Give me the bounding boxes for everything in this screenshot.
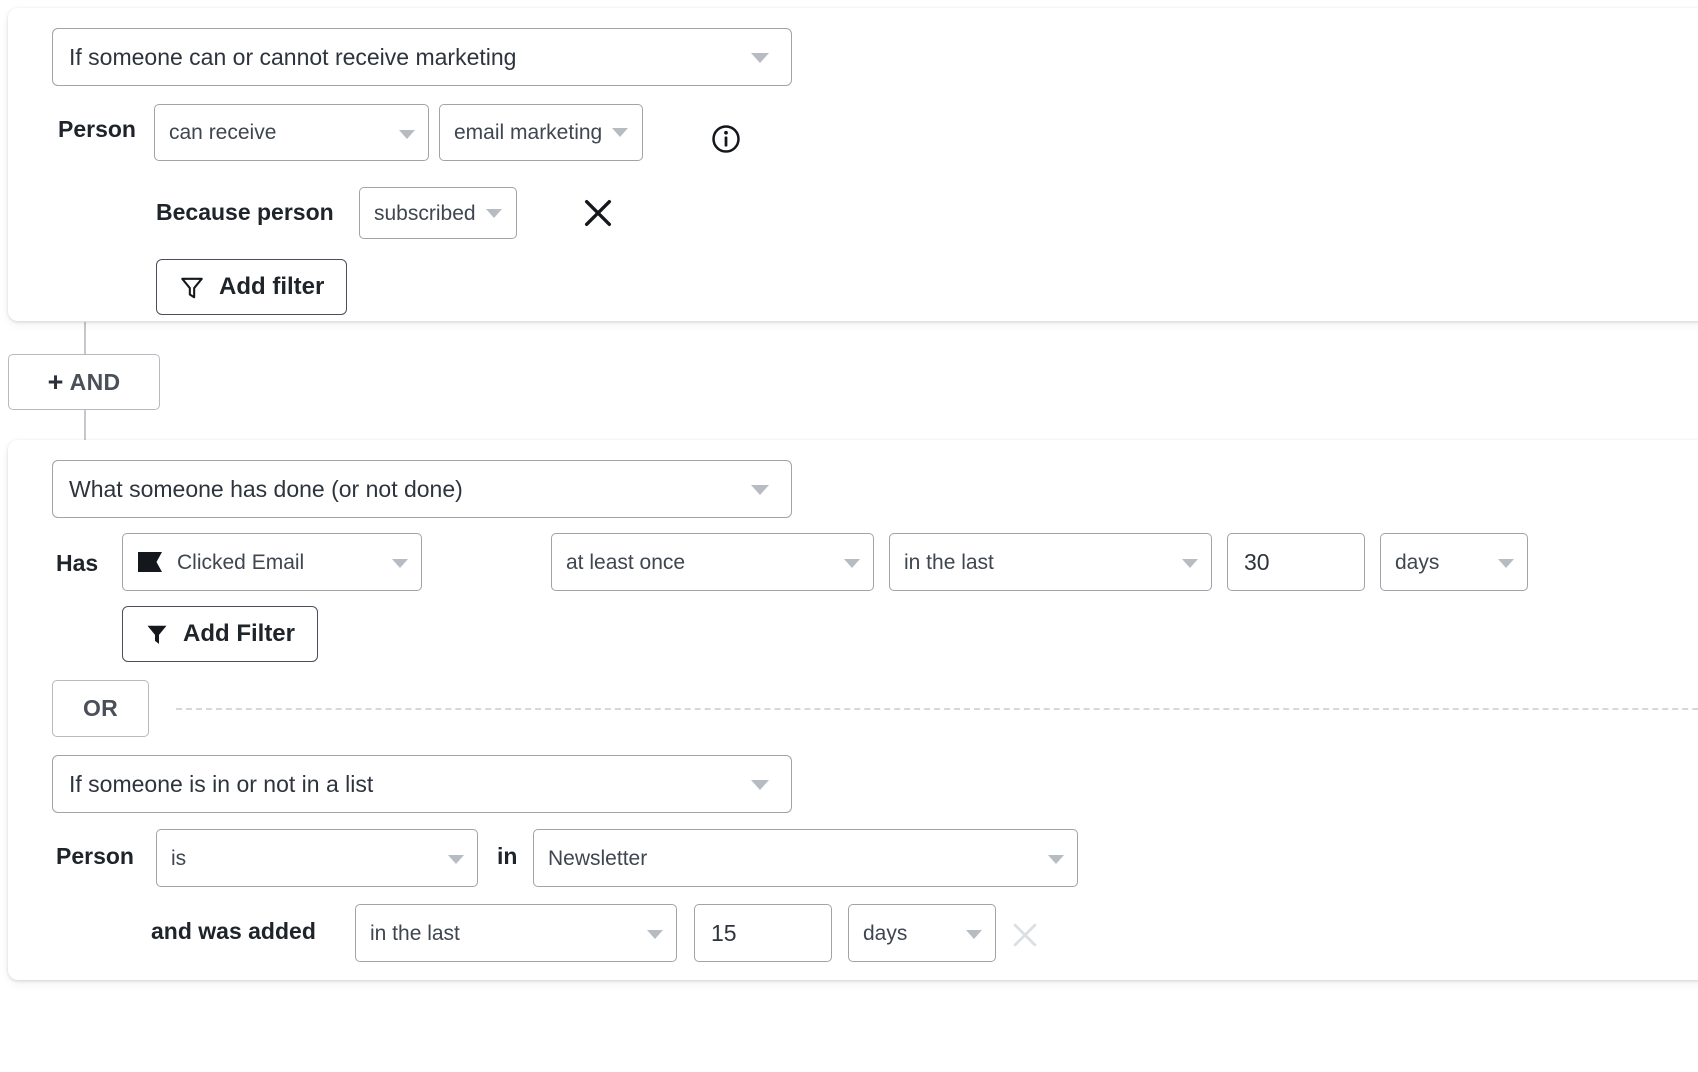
- or-dashed-rule: [176, 708, 1698, 710]
- chevron-down-icon: [486, 209, 502, 218]
- chevron-down-icon: [612, 128, 628, 137]
- list-condition-type-select[interactable]: If someone is in or not in a list: [52, 755, 792, 813]
- chevron-down-icon: [844, 559, 860, 568]
- has-label: Has: [56, 552, 98, 575]
- list-name-select[interactable]: Newsletter: [533, 829, 1078, 887]
- chevron-down-icon: [399, 130, 415, 139]
- timeframe-amount-input[interactable]: 30: [1227, 533, 1365, 591]
- added-unit-value: days: [863, 923, 907, 944]
- added-timeframe-select[interactable]: in the last: [355, 904, 677, 962]
- and-was-added-label: and was added: [151, 920, 316, 943]
- timeframe-amount-value: 30: [1244, 549, 1270, 576]
- in-preposition-label: in: [497, 845, 517, 868]
- chevron-down-icon: [751, 53, 769, 63]
- frequency-select[interactable]: at least once: [551, 533, 874, 591]
- added-timeframe-value: in the last: [370, 923, 460, 944]
- funnel-outline-icon: [179, 274, 205, 301]
- marketing-channel-select[interactable]: email marketing: [439, 104, 643, 161]
- timeframe-unit-select[interactable]: days: [1380, 533, 1528, 591]
- add-filter-label-2: Add Filter: [183, 620, 295, 648]
- segment-builder-canvas: If someone can or cannot receive marketi…: [0, 0, 1698, 1072]
- list-name-value: Newsletter: [548, 848, 647, 869]
- person-label-1: Person: [58, 118, 136, 141]
- list-operator-select[interactable]: is: [156, 829, 478, 887]
- chevron-down-icon: [751, 485, 769, 495]
- chevron-down-icon: [448, 855, 464, 864]
- flag-icon: [137, 550, 163, 574]
- add-filter-button-2[interactable]: Add Filter: [122, 606, 318, 662]
- chevron-down-icon: [647, 930, 663, 939]
- metric-value: Clicked Email: [177, 552, 304, 573]
- condition-type-select-1[interactable]: If someone can or cannot receive marketi…: [52, 28, 792, 86]
- condition-type-value-2: What someone has done (or not done): [69, 476, 463, 503]
- list-operator-value: is: [171, 848, 186, 869]
- subscription-reason-select[interactable]: subscribed: [359, 187, 517, 239]
- add-filter-label-1: Add filter: [219, 273, 324, 301]
- condition-type-select-2[interactable]: What someone has done (or not done): [52, 460, 792, 518]
- close-icon: [1008, 918, 1042, 952]
- and-label: AND: [70, 369, 121, 396]
- added-amount-value: 15: [711, 920, 737, 947]
- chevron-down-icon: [1182, 559, 1198, 568]
- frequency-value: at least once: [566, 552, 685, 573]
- metric-select[interactable]: Clicked Email: [122, 533, 422, 591]
- condition-type-value-1: If someone can or cannot receive marketi…: [69, 44, 516, 71]
- because-person-label: Because person: [156, 201, 334, 224]
- condition-group-2: What someone has done (or not done) Has …: [8, 440, 1698, 980]
- added-amount-input[interactable]: 15: [694, 904, 832, 962]
- add-and-group-button[interactable]: + AND: [8, 354, 160, 410]
- list-condition-type-value: If someone is in or not in a list: [69, 771, 373, 798]
- receive-operator-value: can receive: [169, 122, 276, 143]
- or-label: OR: [83, 695, 118, 722]
- funnel-solid-icon: [145, 622, 169, 647]
- timeframe-unit-value: days: [1395, 552, 1439, 573]
- chevron-down-icon: [966, 930, 982, 939]
- marketing-channel-value: email marketing: [454, 122, 602, 143]
- receive-operator-select[interactable]: can receive: [154, 104, 429, 161]
- close-icon[interactable]: [581, 196, 615, 230]
- person-label-2: Person: [56, 845, 134, 868]
- condition-group-1: If someone can or cannot receive marketi…: [8, 8, 1698, 321]
- subscription-reason-value: subscribed: [374, 203, 476, 224]
- plus-icon: +: [48, 367, 64, 398]
- chevron-down-icon: [751, 780, 769, 790]
- chevron-down-icon: [392, 559, 408, 568]
- timeframe-select[interactable]: in the last: [889, 533, 1212, 591]
- info-icon[interactable]: [711, 124, 741, 154]
- chevron-down-icon: [1498, 559, 1514, 568]
- or-divider-button[interactable]: OR: [52, 680, 149, 737]
- chevron-down-icon: [1048, 855, 1064, 864]
- timeframe-value: in the last: [904, 552, 994, 573]
- add-filter-button-1[interactable]: Add filter: [156, 259, 347, 315]
- added-unit-select[interactable]: days: [848, 904, 996, 962]
